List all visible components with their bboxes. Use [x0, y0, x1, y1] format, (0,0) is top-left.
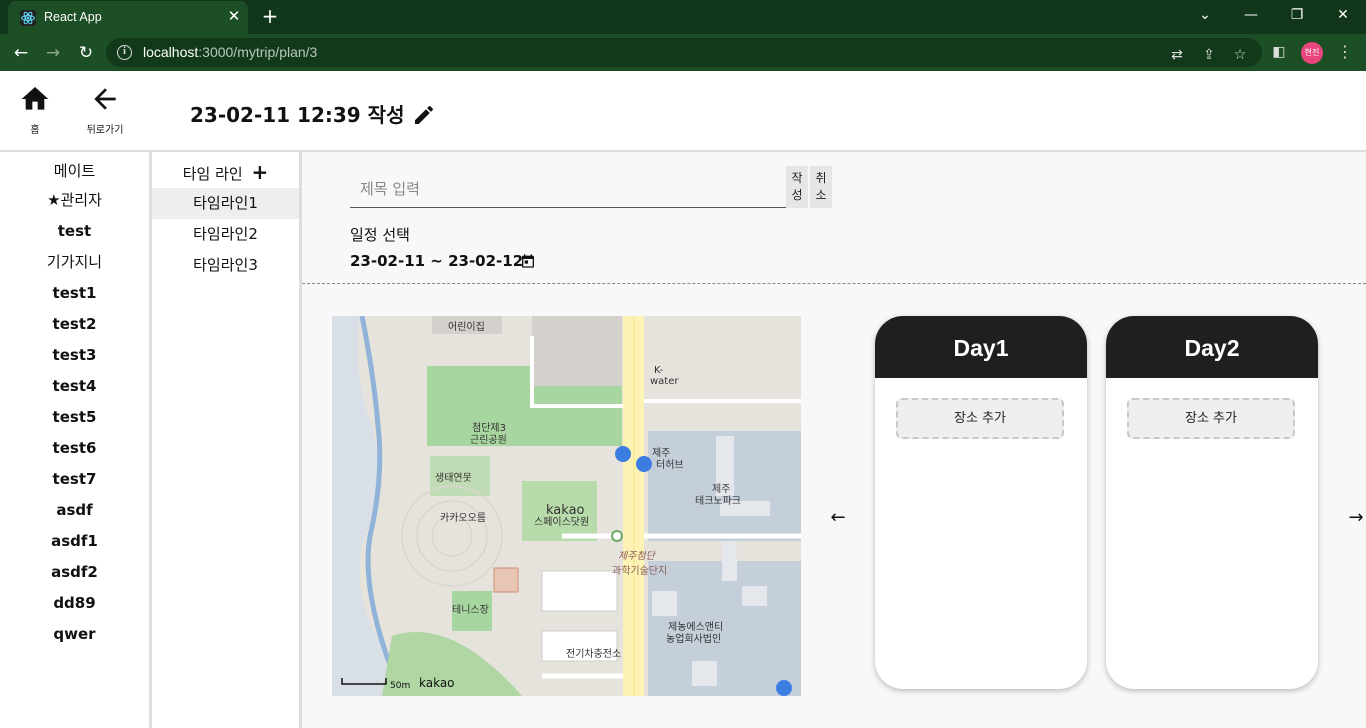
mate-item[interactable]: asdf2 [0, 557, 149, 588]
app-header: 홈 뒤로가기 23-02-11 12:39 작성 [0, 71, 1366, 152]
timeline-sidebar: 타임 라인 + 타임라인1 타임라인2 타임라인3 [152, 152, 302, 728]
map-label: 테니스장 [452, 604, 489, 616]
mate-item[interactable]: test6 [0, 433, 149, 464]
back-arrow-icon[interactable]: ← [10, 42, 32, 64]
write-button-label: 작성 [791, 171, 803, 202]
add-place-button[interactable]: 장소 추가 [896, 398, 1064, 439]
mate-item[interactable]: asdf [0, 495, 149, 526]
address-bar[interactable]: i localhost:3000/mytrip/plan/3 ⇄ ⇪ ☆ [106, 38, 1262, 67]
page-title: 23-02-11 12:39 작성 [190, 103, 405, 127]
timeline-item[interactable]: 타임라인1 [152, 188, 299, 219]
home-button[interactable]: 홈 [5, 83, 65, 136]
map-label: 제주 [712, 483, 730, 495]
day-title: Day1 [875, 316, 1087, 378]
timeline-item[interactable]: 타임라인2 [152, 219, 299, 250]
browser-tab[interactable]: React App ✕ [8, 1, 248, 34]
day-title: Day2 [1106, 316, 1318, 378]
add-timeline-icon[interactable]: + [251, 160, 268, 184]
window-close-icon[interactable]: ✕ [1332, 5, 1354, 25]
map-label: 제주첨단 [618, 550, 657, 562]
back-label: 뒤로가기 [86, 125, 124, 136]
prev-day-arrow-icon[interactable]: ← [828, 508, 848, 528]
mate-item[interactable]: test5 [0, 402, 149, 433]
reload-icon[interactable]: ↻ [75, 42, 97, 64]
map-label: 농업회사법인 [666, 632, 721, 645]
bookmark-star-icon[interactable]: ☆ [1231, 46, 1249, 64]
share-icon[interactable]: ⇪ [1200, 46, 1218, 64]
tab-close-icon[interactable]: ✕ [225, 7, 243, 25]
site-info-icon[interactable]: i [117, 45, 132, 60]
mate-item[interactable]: test [0, 216, 149, 247]
schedule-range[interactable]: 23-02-11 ~ 23-02-12 [350, 252, 523, 270]
map-scale-label: 50m [390, 681, 410, 691]
url-host: localhost [143, 44, 199, 60]
calendar-icon[interactable] [520, 253, 536, 269]
section-divider [302, 283, 1366, 284]
map-label: 카카오오름 [440, 512, 486, 524]
map-label: 과학기술단지 [612, 565, 667, 577]
forward-arrow-icon[interactable]: → [42, 42, 64, 64]
restore-icon[interactable]: ❐ [1286, 5, 1308, 25]
translate-icon[interactable]: ⇄ [1168, 46, 1186, 64]
pencil-edit-icon[interactable] [412, 103, 436, 127]
mates-heading: 메이트 [53, 162, 96, 180]
plan-editor: 작성 취소 일정 선택 23-02-11 ~ 23-02-12 [302, 152, 1366, 728]
menu-kebab-icon[interactable]: ⋮ [1336, 43, 1354, 61]
cancel-button[interactable]: 취소 [810, 166, 832, 208]
add-place-button[interactable]: 장소 추가 [1127, 398, 1295, 439]
title-input[interactable] [350, 170, 786, 208]
write-button[interactable]: 작성 [786, 166, 808, 208]
schedule-label: 일정 선택 [350, 226, 410, 244]
map-label: 어린이집 [448, 321, 485, 333]
browser-tab-strip: React App ✕ + ⌄ — ❐ ✕ [0, 0, 1366, 34]
mate-item[interactable]: 기가지니 [0, 247, 149, 278]
cancel-button-label: 취소 [815, 171, 827, 202]
tab-title: React App [44, 10, 102, 24]
back-button[interactable]: 뒤로가기 [75, 83, 135, 136]
profile-avatar[interactable]: 현진 [1301, 42, 1323, 64]
timeline-heading: 타임 라인 + [152, 152, 299, 188]
url-text: localhost:3000/mytrip/plan/3 [143, 44, 317, 60]
browser-toolbar: ← → ↻ i localhost:3000/mytrip/plan/3 ⇄ ⇪… [0, 34, 1366, 71]
map-label: water [650, 376, 679, 387]
home-label: 홈 [30, 125, 40, 136]
mate-item[interactable]: test4 [0, 371, 149, 402]
mates-sidebar: 메이트 ★관리자 test 기가지니 test1 test2 test3 tes… [0, 152, 152, 728]
mate-item[interactable]: test7 [0, 464, 149, 495]
timeline-item[interactable]: 타임라인3 [152, 250, 299, 281]
home-icon [21, 87, 49, 110]
tab-search-icon[interactable]: ⌄ [1194, 5, 1216, 25]
mate-item[interactable]: dd89 [0, 588, 149, 619]
map-label: kakao [546, 503, 585, 518]
arrow-left-icon [94, 88, 116, 110]
mate-item[interactable]: asdf1 [0, 526, 149, 557]
map-label: 스페이스닷원 [534, 516, 589, 528]
kakao-map-logo: kakao [419, 676, 455, 690]
map-label: 생태연못 [435, 472, 472, 484]
map-label: 터허브 [656, 459, 684, 471]
map-label: 근린공원 [470, 434, 507, 446]
timeline-heading-label: 타임 라인 [182, 165, 243, 183]
map-label: 제주 [652, 447, 670, 459]
map-label: K- [654, 365, 664, 376]
map-label: 제농에스앤티 [668, 621, 723, 633]
map-label: 테크노파크 [695, 495, 741, 507]
map-label: 첨단제3 [472, 422, 506, 434]
url-path: :3000/mytrip/plan/3 [198, 44, 318, 60]
mate-item[interactable]: test1 [0, 278, 149, 309]
mate-item[interactable]: test3 [0, 340, 149, 371]
map-label: 전기차충전소 [566, 648, 621, 660]
side-panel-icon[interactable]: ◧ [1270, 43, 1288, 61]
next-day-arrow-icon[interactable]: → [1346, 508, 1366, 528]
day-card: Day1 장소 추가 [875, 316, 1087, 689]
mate-item[interactable]: test2 [0, 309, 149, 340]
day-card: Day2 장소 추가 [1106, 316, 1318, 689]
mate-item[interactable]: qwer [0, 619, 149, 650]
minimize-icon[interactable]: — [1240, 5, 1262, 25]
kakao-map[interactable]: 어린이집 K- water 첨단제3 근린공원 제주 터허브 생태연못 제주 테… [332, 316, 801, 696]
mate-item[interactable]: ★관리자 [0, 185, 149, 216]
new-tab-icon[interactable]: + [260, 6, 280, 26]
react-logo-icon [20, 10, 36, 26]
